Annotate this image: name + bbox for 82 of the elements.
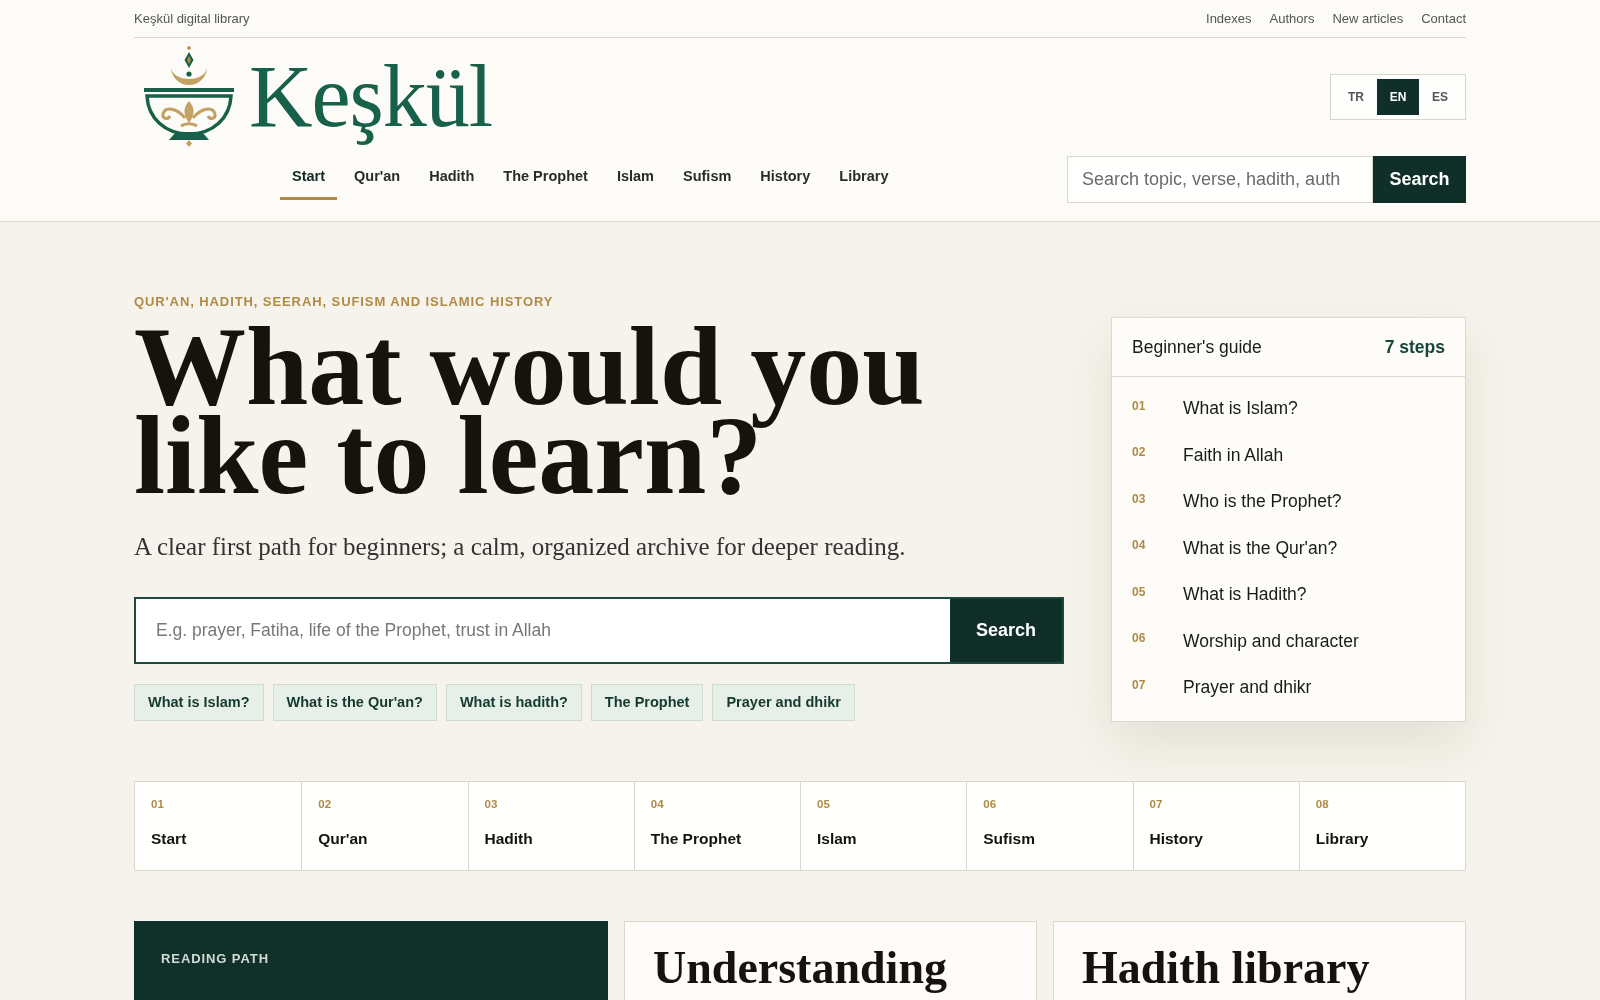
step-title: Faith in Allah <box>1183 443 1284 467</box>
section-link[interactable]: 07 History <box>1132 781 1299 870</box>
section-title: History <box>1149 828 1204 849</box>
hero-subtitle: A clear first path for beginners; a calm, organized archive for deeper reading. <box>134 532 907 562</box>
card-eyebrow: READING PATH <box>161 950 270 967</box>
top-link[interactable]: Authors <box>1269 8 1315 29</box>
step-number: 03 <box>1132 490 1147 508</box>
section-number: 04 <box>650 796 665 811</box>
top-link[interactable]: New articles <box>1332 8 1404 29</box>
nav-tab[interactable]: Library <box>827 156 901 200</box>
section-link[interactable]: 02 Qur'an <box>301 781 468 870</box>
step-number: 02 <box>1132 444 1147 462</box>
eyebrow-text: QUR'AN, HADITH, SEERAH, SUFISM AND ISLAMIC HISTORY <box>134 294 555 310</box>
step-count: 7 steps <box>1384 335 1445 359</box>
section-title: The Prophet <box>650 828 743 849</box>
reading-path-card[interactable]: READING PATH <box>134 920 608 1000</box>
topic-chip[interactable]: Prayer and dhikr <box>712 684 855 721</box>
section-title: Library <box>1315 828 1370 849</box>
nav-tab[interactable]: Qur'an <box>342 156 413 200</box>
language-option[interactable]: EN <box>1377 79 1419 115</box>
guide-step[interactable]: 07 Prayer and dhikr <box>1112 664 1465 711</box>
section-link[interactable]: 08 Library <box>1298 781 1465 870</box>
bowl-logo-icon <box>143 46 235 148</box>
guide-step[interactable]: 06 Worship and character <box>1112 617 1465 664</box>
step-number: 06 <box>1132 630 1147 648</box>
search-button[interactable]: Search <box>950 599 1062 662</box>
step-number: 05 <box>1132 583 1147 601</box>
step-number: 04 <box>1132 537 1147 555</box>
section-link[interactable]: 03 Hadith <box>467 781 634 870</box>
section-number: 02 <box>318 796 333 811</box>
guide-step[interactable]: 02 Faith in Allah <box>1112 431 1465 478</box>
card-title: Understanding <box>653 941 948 994</box>
topic-chip[interactable]: What is the Qur'an? <box>272 684 437 721</box>
search-field[interactable]: Search topic, verse, hadith, auth <box>1067 156 1373 203</box>
step-title: What is Hadith? <box>1183 583 1307 607</box>
nav-tab[interactable]: History <box>748 156 823 200</box>
topic-chip[interactable]: What is Islam? <box>134 684 264 721</box>
site-name: Keşkül digital library <box>134 9 250 28</box>
section-number: 03 <box>484 796 499 811</box>
nav-tab[interactable]: Start <box>280 156 338 200</box>
section-number: 01 <box>151 796 165 811</box>
section-link[interactable]: 01 Start <box>135 781 302 870</box>
step-number: 07 <box>1132 676 1147 694</box>
section-title: Islam <box>817 828 858 849</box>
section-link[interactable]: 05 Islam <box>800 781 967 870</box>
section-title: Sufism <box>983 828 1036 849</box>
language-option[interactable]: ES <box>1419 79 1461 115</box>
section-number: 06 <box>983 796 998 811</box>
guide-step[interactable]: 04 What is the Qur'an? <box>1112 524 1465 571</box>
step-title: What is the Qur'an? <box>1183 536 1338 560</box>
section-number: 05 <box>817 796 831 811</box>
step-number: 01 <box>1132 397 1147 415</box>
step-title: Prayer and dhikr <box>1183 676 1312 700</box>
topic-card[interactable]: Hadith library <box>1053 920 1466 1000</box>
top-link[interactable]: Contact <box>1421 8 1466 29</box>
nav-tab[interactable]: Hadith <box>417 156 487 200</box>
topic-chip[interactable]: The Prophet <box>590 684 704 721</box>
language-option[interactable]: TR <box>1335 79 1377 115</box>
guide-step[interactable]: 05 What is Hadith? <box>1112 571 1465 618</box>
section-title: Qur'an <box>318 828 369 849</box>
nav-tab[interactable]: The Prophet <box>491 156 600 200</box>
topic-chip[interactable]: What is hadith? <box>445 684 582 721</box>
hero-heading: What would you like to learn? <box>134 322 926 500</box>
section-link[interactable]: 04 The Prophet <box>633 781 800 870</box>
section-number: 07 <box>1149 796 1164 811</box>
nav-tab[interactable]: Sufism <box>671 156 744 200</box>
step-title: Worship and character <box>1183 629 1359 653</box>
nav-tab[interactable]: Islam <box>604 156 666 200</box>
guide-step[interactable]: 01 What is Islam? <box>1112 385 1465 432</box>
step-title: Who is the Prophet? <box>1183 490 1342 514</box>
section-number: 08 <box>1315 796 1330 811</box>
section-link[interactable]: 06 Sufism <box>966 781 1133 870</box>
section-title: Hadith <box>484 828 534 849</box>
card-title: Hadith library <box>1082 941 1371 994</box>
guide-step[interactable]: 03 Who is the Prophet? <box>1112 478 1465 525</box>
section-title: Start <box>151 828 188 849</box>
guide-title: Beginner's guide <box>1132 335 1262 359</box>
top-link[interactable]: Indexes <box>1206 8 1252 29</box>
search-button[interactable]: Search <box>1373 156 1466 203</box>
topic-card[interactable]: Understanding <box>624 920 1037 1000</box>
hero-search-field[interactable]: E.g. prayer, Fatiha, life of the Prophet, trust in Allah Search <box>134 597 1064 664</box>
step-title: What is Islam? <box>1183 397 1298 421</box>
